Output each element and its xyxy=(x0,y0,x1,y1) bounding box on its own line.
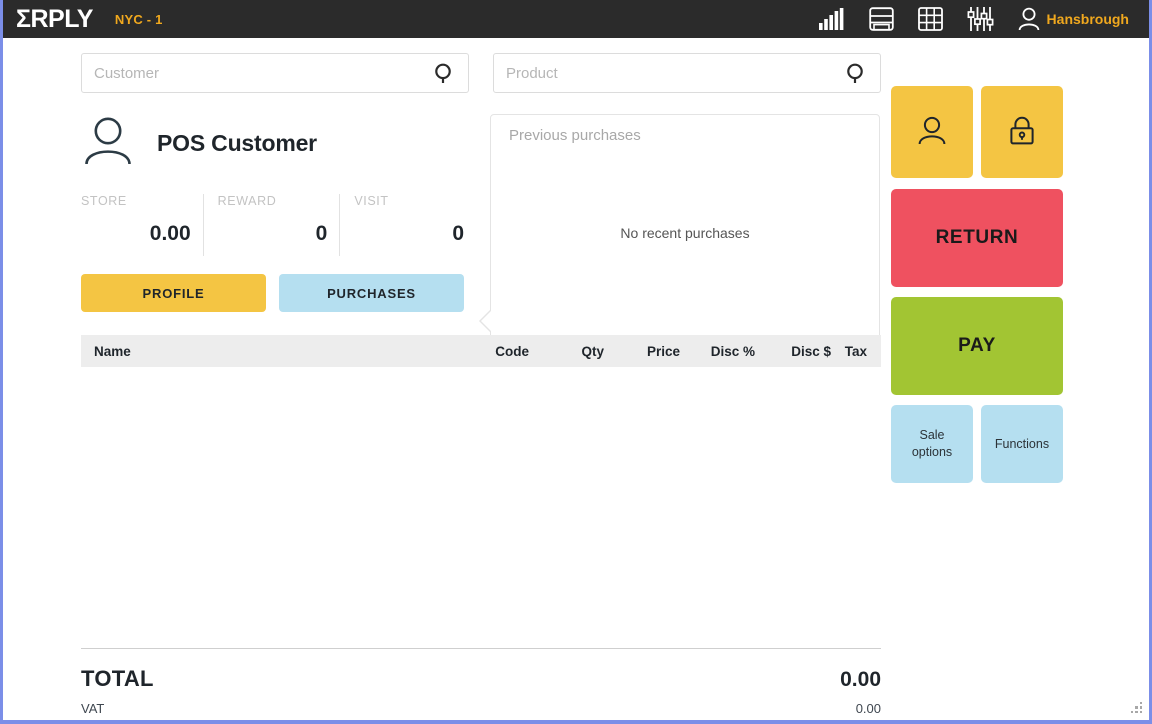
column-header-tax[interactable]: Tax xyxy=(833,344,881,359)
column-header-price[interactable]: Price xyxy=(606,344,682,359)
total-value: 0.00 xyxy=(840,668,881,691)
pos-window: ΣRPLY NYC - 1 Hansbrough Customer Produc… xyxy=(0,0,1152,724)
column-header-disc-percent[interactable]: Disc % xyxy=(682,344,757,359)
product-search-box[interactable] xyxy=(493,53,881,93)
customer-search-input[interactable] xyxy=(82,54,432,92)
sale-options-line1: Sale xyxy=(919,428,945,443)
customer-card: POS Customer STORE 0.00 REWARD 0 VISIT 0… xyxy=(81,110,476,312)
stat-value: 0 xyxy=(315,222,328,245)
customer-stats: STORE 0.00 REWARD 0 VISIT 0 xyxy=(81,194,476,256)
functions-button[interactable]: Functions xyxy=(981,405,1063,483)
stat-label: STORE xyxy=(81,194,127,208)
stat-value: 0 xyxy=(452,222,465,245)
profile-button[interactable]: PROFILE xyxy=(81,274,266,312)
user-menu[interactable]: Hansbrough xyxy=(1018,7,1129,31)
search-icon[interactable] xyxy=(434,63,454,89)
sale-options-button[interactable]: Sale options xyxy=(891,405,973,483)
lock-icon xyxy=(1007,115,1037,150)
avatar-icon xyxy=(81,114,135,173)
stat-value: 0.00 xyxy=(149,222,191,245)
select-customer-button[interactable] xyxy=(891,86,973,178)
grid-icon[interactable] xyxy=(917,7,943,31)
store-label: NYC - 1 xyxy=(114,11,163,27)
username-label: Hansbrough xyxy=(1046,11,1129,27)
user-icon xyxy=(1018,7,1040,31)
return-button[interactable]: RETURN xyxy=(891,189,1063,287)
total-label: TOTAL xyxy=(81,666,154,691)
customer-name: POS Customer xyxy=(157,129,317,156)
action-panel: RETURN PAY Sale options Functions xyxy=(891,86,1063,483)
customer-tabs: PROFILE PURCHASES xyxy=(81,274,476,312)
stat-visit: VISIT 0 xyxy=(339,194,476,256)
customer-header: POS Customer xyxy=(81,110,476,176)
topbar-icon-group: Hansbrough xyxy=(818,7,1129,31)
cash-register-icon[interactable] xyxy=(868,7,894,31)
sliders-icon[interactable] xyxy=(967,7,994,31)
column-header-disc-amount[interactable]: Disc $ xyxy=(757,344,833,359)
stat-store: STORE 0.00 xyxy=(81,194,203,256)
items-table-body[interactable] xyxy=(81,367,881,644)
items-table-header: Name Code Qty Price Disc % Disc $ Tax xyxy=(81,335,881,367)
action-bottom-row: Sale options Functions xyxy=(891,405,1063,483)
search-row xyxy=(81,53,881,93)
vat-row: VAT 0.00 xyxy=(81,701,881,716)
previous-purchases-panel: Previous purchases No recent purchases xyxy=(479,114,880,352)
stat-label: REWARD xyxy=(217,194,277,208)
customer-search-box[interactable] xyxy=(81,53,469,93)
main-content: POS Customer STORE 0.00 REWARD 0 VISIT 0… xyxy=(3,38,1149,720)
signal-bars-icon[interactable] xyxy=(818,8,845,30)
action-top-row xyxy=(891,86,1063,178)
purchases-button[interactable]: PURCHASES xyxy=(279,274,464,312)
column-header-name[interactable]: Name xyxy=(81,344,411,359)
total-row: TOTAL 0.00 xyxy=(81,666,881,692)
totals-section: TOTAL 0.00 VAT 0.00 NET 0.00 xyxy=(81,648,881,724)
lock-button[interactable] xyxy=(981,86,1063,178)
previous-purchases-empty-text: No recent purchases xyxy=(620,225,750,241)
search-icon[interactable] xyxy=(846,63,866,89)
stat-reward: REWARD 0 xyxy=(202,194,340,256)
customer-icon xyxy=(917,115,947,150)
vat-value: 0.00 xyxy=(855,701,881,716)
product-search-input[interactable] xyxy=(494,54,844,92)
vat-label: VAT xyxy=(81,701,105,716)
stat-label: VISIT xyxy=(354,194,389,208)
erply-logo[interactable]: ΣRPLY xyxy=(16,5,93,34)
pay-button[interactable]: PAY xyxy=(891,297,1063,395)
bubble-tail xyxy=(479,309,493,333)
column-header-qty[interactable]: Qty xyxy=(531,344,606,359)
top-bar: ΣRPLY NYC - 1 Hansbrough xyxy=(3,0,1149,38)
sale-options-line2: options xyxy=(911,445,953,459)
column-header-code[interactable]: Code xyxy=(411,344,531,359)
resize-grip[interactable] xyxy=(1130,701,1142,713)
